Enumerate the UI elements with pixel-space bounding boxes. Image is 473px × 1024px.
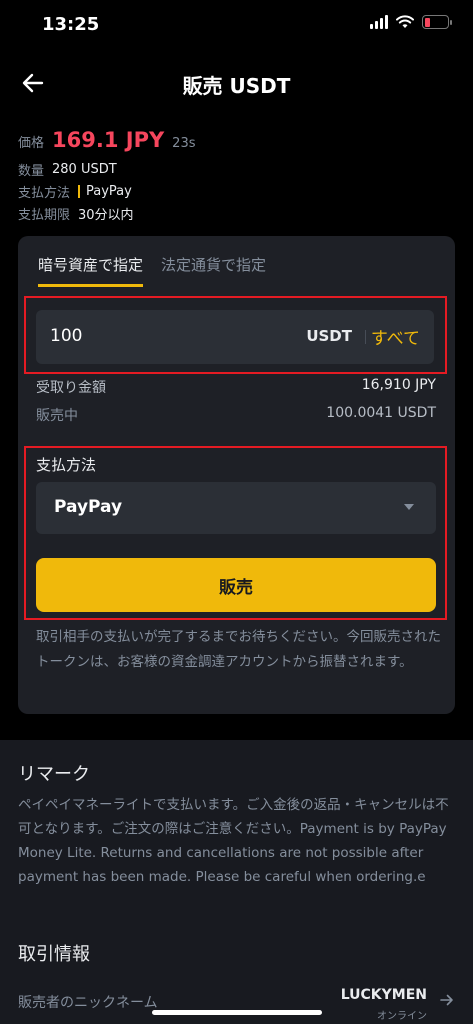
online-status: オンライン [377,1011,427,1022]
remark-title: リマーク [18,764,90,785]
payment-label: 支払方法 [18,185,71,201]
nav-bar: 販売 USDT [0,60,473,104]
seller-nickname-label: 販売者のニックネーム [18,995,158,1011]
quantity-value: 280 USDT [52,161,117,177]
selling-value: 100.0041 USDT [326,405,436,421]
deadline-label: 支払期限 [18,207,71,223]
wifi-icon [396,15,414,28]
amount-unit: USDT [306,327,352,345]
sell-form-card: 暗号資産で指定 法定通貨で指定 100 USDT すべて 受取り金額 16,91… [18,236,455,714]
sell-note: 取引相手の支払いが完了するまでお待ちください。今回販売されたトークンは、お客様の… [36,629,441,670]
payment-value: PayPay [86,183,132,199]
tab-fiat[interactable]: 法定通貨で指定 [161,254,266,287]
amount-input[interactable]: 100 USDT すべて [36,310,434,364]
signal-icon [370,15,388,29]
chevron-down-icon [404,504,414,510]
page-title: 販売 USDT [182,74,291,98]
payment-row: 支払方法 PayPay [18,182,196,201]
price-timer: 23s [172,136,196,151]
status-time: 13:25 [42,14,100,35]
status-bar: 13:25 [0,0,473,52]
payment-method-value: PayPay [54,497,123,517]
receive-amount-row: 受取り金額 16,910 JPY [36,377,436,397]
selling-label: 販売中 [36,408,78,424]
deadline-row: 支払期限 30分以内 [18,204,196,223]
payment-method-select[interactable]: PayPay [36,482,436,534]
all-button[interactable]: すべて [371,324,420,349]
receive-amount-label: 受取り金額 [36,380,106,396]
price-label: 価格 [18,136,45,151]
price-row: 価格 169.1 JPY 23s [18,128,196,152]
right-arrow-icon[interactable] [439,992,455,1008]
battery-icon [422,15,452,29]
payment-marker [78,184,81,198]
status-icons [370,15,452,29]
remark-body: ペイペイマネーライトで支払います。ご入金後の返品・キャンセルは不可となります。ご… [18,797,449,885]
deadline-value: 30分以内 [78,207,134,223]
payment-method-label: 支払方法 [36,456,97,474]
trade-info-title: 取引情報 [18,944,90,965]
payment-tag: PayPay [78,184,132,199]
price-value: 169.1 JPY [52,128,165,152]
selling-amount-row: 販売中 100.0041 USDT [36,405,436,425]
quantity-row: 数量 280 USDT [18,160,196,179]
receive-amount-value: 16,910 JPY [361,377,436,393]
quantity-label: 数量 [18,163,45,179]
amount-value: 100 [50,326,83,346]
seller-nickname-value[interactable]: LUCKYMEN [341,987,427,1003]
order-info: 価格 169.1 JPY 23s 数量 280 USDT 支払方法 PayPay… [18,128,196,223]
divider [365,330,366,344]
tab-crypto[interactable]: 暗号資産で指定 [38,254,144,287]
sell-button[interactable]: 販売 [36,558,436,612]
tab-bar: 暗号資産で指定 法定通貨で指定 [38,254,266,287]
home-indicator [152,1010,322,1015]
